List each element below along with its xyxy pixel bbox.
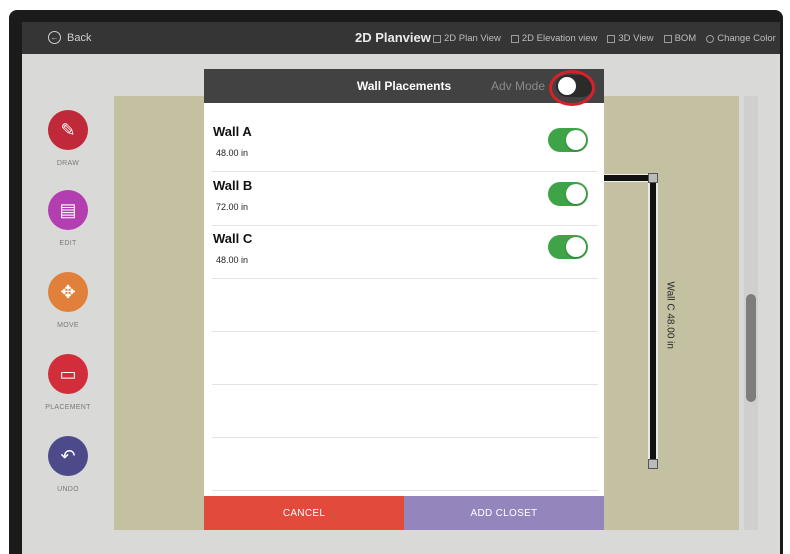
- wall-b-toggle[interactable]: [548, 182, 588, 206]
- cancel-button[interactable]: CANCEL: [204, 496, 404, 530]
- back-button[interactable]: ← Back: [48, 31, 91, 44]
- back-arrow-icon: ←: [48, 31, 61, 44]
- tool-label: DRAW: [56, 160, 80, 167]
- tool-draw[interactable]: ✎ DRAW: [22, 110, 114, 167]
- scrollbar-thumb[interactable]: [746, 294, 756, 402]
- view-nav: 2D Plan View 2D Elevation view 3D View B…: [433, 33, 776, 44]
- move-arrows-icon: ✥: [48, 272, 88, 312]
- wall-c-toggle[interactable]: [548, 235, 588, 259]
- status-bar: [22, 14, 780, 22]
- empty-list-row: [212, 385, 598, 438]
- nav-change-color[interactable]: Change Color: [706, 33, 776, 44]
- palette-icon: [706, 34, 715, 43]
- toggle-knob: [566, 237, 586, 257]
- tool-label: PLACEMENT: [45, 404, 91, 411]
- wall-row-b: Wall B 72.00 in: [212, 172, 598, 226]
- dialog-header: Wall Placements Adv Mode: [204, 69, 604, 103]
- back-label: Back: [67, 31, 92, 44]
- wall-length: 48.00 in: [216, 255, 249, 265]
- nav-3d-view[interactable]: 3D View: [607, 33, 654, 44]
- tool-label: EDIT: [59, 240, 77, 247]
- wall-name: Wall C: [213, 231, 253, 246]
- nav-label: 2D Elevation view: [521, 33, 598, 44]
- pencil-icon: ✎: [48, 110, 88, 150]
- cube-icon: [607, 34, 616, 43]
- ruler-icon: ▤: [48, 190, 88, 230]
- nav-label: 3D View: [618, 33, 654, 44]
- wall-c-segment[interactable]: [648, 174, 658, 468]
- nav-label: 2D Plan View: [444, 33, 501, 44]
- nav-2d-plan-view[interactable]: 2D Plan View: [433, 33, 501, 44]
- wall-name: Wall B: [213, 178, 253, 193]
- nav-bom[interactable]: BOM: [663, 33, 697, 44]
- wall-length: 72.00 in: [216, 202, 249, 212]
- wall-a-toggle[interactable]: [548, 128, 588, 152]
- empty-list-row: [212, 332, 598, 385]
- nav-2d-elevation-view[interactable]: 2D Elevation view: [510, 33, 598, 44]
- empty-list-row: [212, 279, 598, 332]
- tool-sidebar: ✎ DRAW ▤ EDIT ✥ MOVE ▭ PLACEMENT ↶ UNDO: [22, 54, 114, 554]
- tool-placement[interactable]: ▭ PLACEMENT: [22, 354, 114, 411]
- wall-node[interactable]: [648, 459, 658, 469]
- tool-edit[interactable]: ▤ EDIT: [22, 190, 114, 247]
- nav-label: BOM: [674, 33, 697, 44]
- tool-label: UNDO: [57, 486, 79, 493]
- wall-row-c: Wall C 48.00 in: [212, 225, 598, 279]
- wall-length: 48.00 in: [216, 148, 249, 158]
- empty-list-row: [212, 438, 598, 491]
- tool-label: MOVE: [57, 322, 79, 329]
- tool-undo[interactable]: ↶ UNDO: [22, 436, 114, 493]
- adv-mode-label: Adv Mode: [491, 79, 546, 93]
- wall-placements-dialog: Wall Placements Adv Mode Wall A 48.00 in…: [204, 69, 604, 530]
- placement-icon: ▭: [48, 354, 88, 394]
- nav-label: Change Color: [717, 33, 776, 44]
- plan-icon: [433, 34, 441, 43]
- wall-row-a: Wall A 48.00 in: [212, 118, 598, 172]
- elevation-icon: [510, 34, 519, 43]
- toggle-knob: [566, 184, 586, 204]
- document-icon: [663, 34, 672, 43]
- wall-dimension-label: Wall C 48.00 in: [664, 281, 676, 349]
- undo-icon: ↶: [48, 436, 88, 476]
- page-title: 2D Planview: [355, 30, 431, 45]
- highlight-annotation: [549, 70, 595, 106]
- wall-name: Wall A: [213, 124, 252, 139]
- add-closet-button[interactable]: ADD CLOSET: [404, 496, 604, 530]
- tool-move[interactable]: ✥ MOVE: [22, 272, 114, 329]
- toggle-knob: [566, 130, 586, 150]
- top-bar: ← Back 2D Planview 2D Plan View 2D Eleva…: [22, 22, 780, 54]
- wall-node[interactable]: [648, 173, 658, 183]
